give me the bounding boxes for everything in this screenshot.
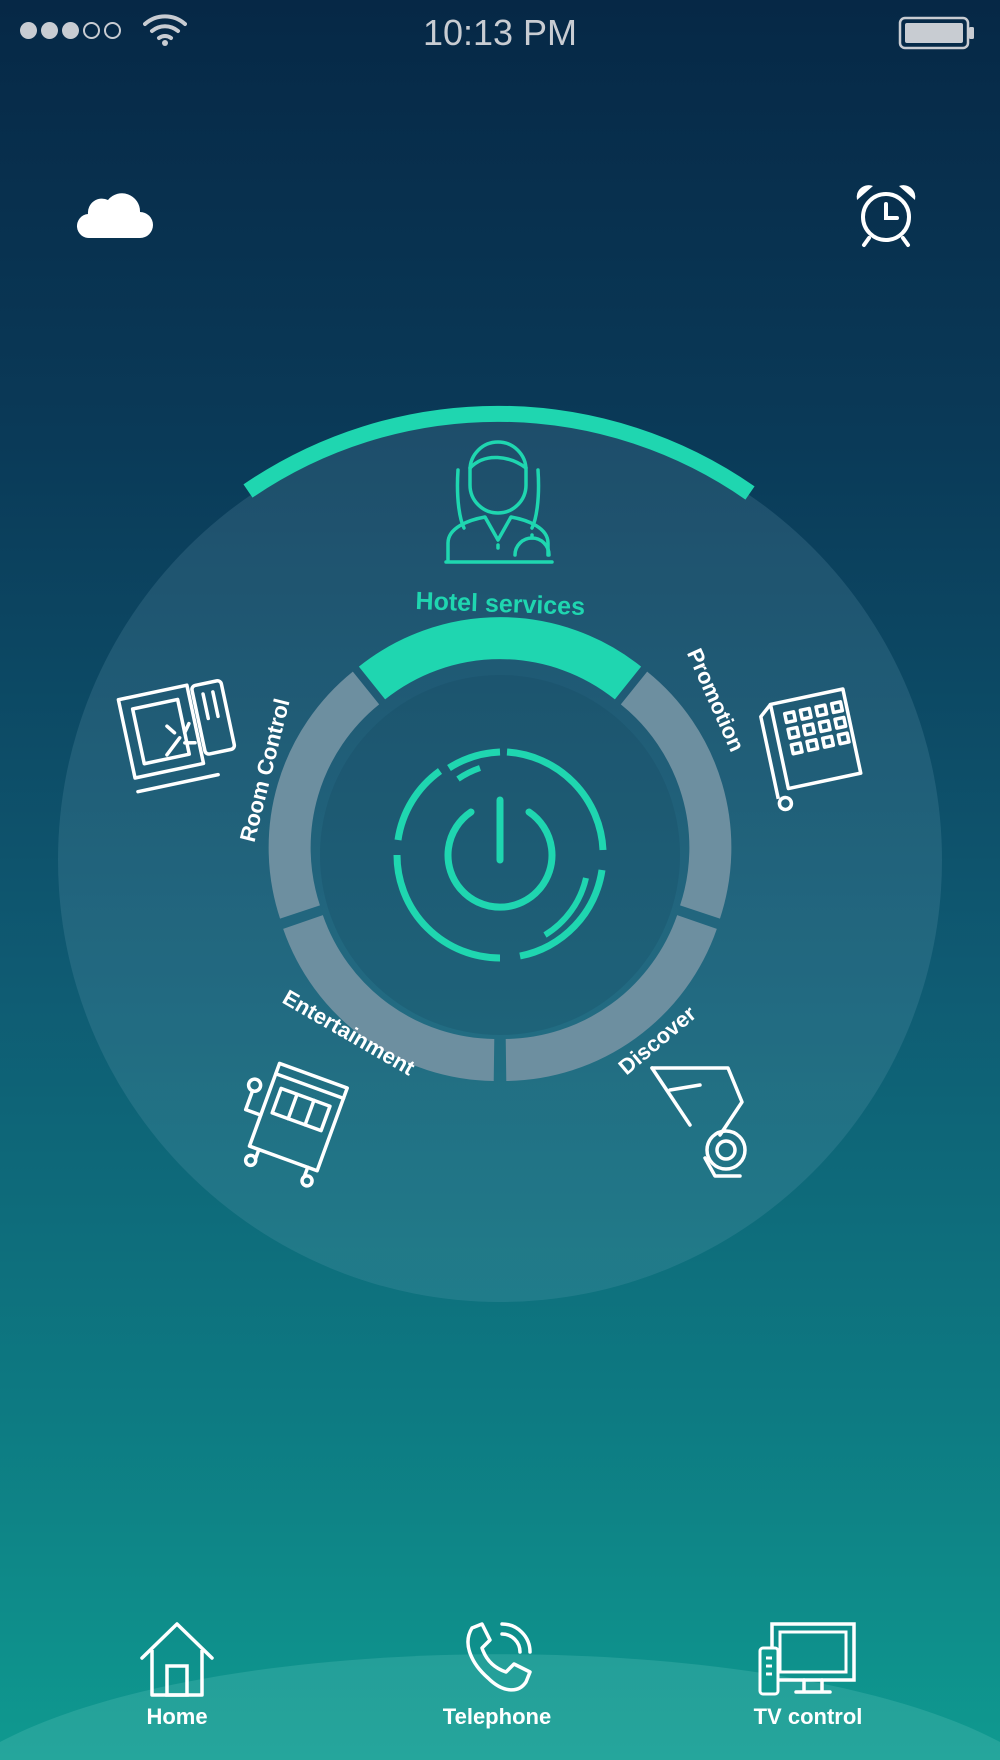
tab-home[interactable]: Home: [67, 1620, 287, 1730]
tab-telephone[interactable]: Telephone: [387, 1620, 607, 1730]
tv-icon: [758, 1622, 856, 1696]
phone-icon: [466, 1622, 532, 1692]
tab-tv-control[interactable]: TV control: [698, 1620, 918, 1730]
tab-telephone-label: Telephone: [442, 1704, 552, 1729]
tab-home-label: Home: [146, 1704, 208, 1729]
tab-bar-background: [0, 1654, 1000, 1760]
tab-tv-control-label: TV control: [753, 1704, 863, 1729]
home-icon: [140, 1622, 214, 1697]
